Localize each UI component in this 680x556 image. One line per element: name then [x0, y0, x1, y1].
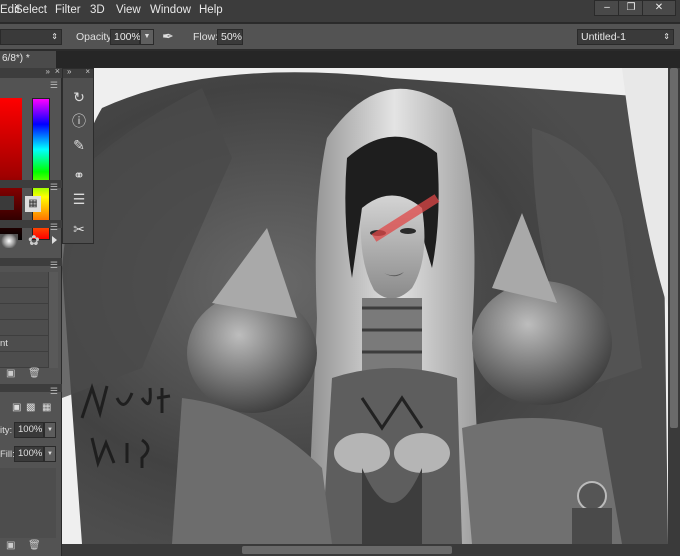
- updown-icon: ⇕: [51, 32, 58, 41]
- transform-icon[interactable]: ▩: [26, 402, 35, 413]
- flow-label: Flow:: [193, 31, 219, 43]
- tool-strip-close-icon[interactable]: ×: [85, 67, 90, 76]
- panel-dock: » × ☰ ☰ ▦ ☰ ✿ ☰ nt ▣ 🗑 ☰ ▣ ▩ ▦ ity: 100%…: [0, 66, 62, 556]
- adjustment-icon[interactable]: ▦: [25, 196, 41, 212]
- collapse-arrows-icon[interactable]: »: [46, 67, 50, 76]
- panel-menu-icon[interactable]: ☰: [50, 80, 58, 91]
- brush-tip-icon[interactable]: [0, 234, 18, 248]
- lock-all-icon[interactable]: ▦: [42, 402, 51, 413]
- list-item[interactable]: [0, 288, 48, 304]
- horizontal-scroll-thumb[interactable]: [242, 546, 452, 554]
- layer-opacity-dropdown[interactable]: ▼: [44, 422, 56, 438]
- panel-menu-icon[interactable]: ☰: [50, 222, 58, 233]
- document-tab-bar: 6/8*) *: [0, 51, 680, 68]
- list-item[interactable]: [0, 304, 48, 320]
- list-scrollbar[interactable]: [48, 272, 58, 368]
- tool-strip-header: » ×: [63, 67, 93, 78]
- list-item[interactable]: nt: [0, 336, 48, 352]
- brush-shape-icon[interactable]: ✿: [28, 232, 40, 249]
- restore-button[interactable]: ❐: [618, 0, 644, 16]
- vertical-scroll-thumb[interactable]: [670, 68, 678, 428]
- hue-marker[interactable]: [52, 236, 57, 244]
- opacity-field[interactable]: 100%: [110, 29, 141, 45]
- vertical-scrollbar[interactable]: [668, 68, 680, 544]
- dock-close-icon[interactable]: ×: [55, 66, 60, 76]
- layer-fill-label: Fill:: [0, 449, 15, 460]
- document-select[interactable]: Untitled-1 ⇕: [577, 29, 674, 45]
- layer-fill-field[interactable]: 100%: [14, 446, 44, 462]
- tool-strip: » × ↻ ⓘ ✎ ⚭ ☰ ✂: [62, 67, 94, 244]
- trash-icon[interactable]: 🗑: [28, 368, 41, 379]
- document-select-value: Untitled-1: [581, 31, 626, 43]
- info-icon[interactable]: ⓘ: [69, 111, 89, 131]
- new-layer-icon[interactable]: ▣: [6, 540, 15, 551]
- menu-bar: Edit Select Filter 3D View Window Help –…: [0, 0, 680, 23]
- panel-menu-icon[interactable]: ☰: [50, 386, 58, 397]
- new-item-icon[interactable]: ▣: [6, 368, 15, 379]
- updown-icon: ⇕: [663, 32, 670, 41]
- document-canvas[interactable]: [62, 68, 668, 544]
- color-field[interactable]: [0, 98, 22, 240]
- opacity-dropdown-button[interactable]: ▼: [140, 29, 154, 45]
- history-brush-icon[interactable]: ↻: [69, 87, 89, 107]
- close-button[interactable]: ✕: [642, 0, 676, 16]
- menu-view[interactable]: View: [116, 4, 141, 16]
- dock-header: » ×: [0, 66, 62, 78]
- tool-preset-field[interactable]: ⇕: [0, 29, 62, 45]
- paths-icon[interactable]: ⚭: [69, 165, 89, 185]
- artwork-image: [62, 68, 668, 544]
- swatch-box[interactable]: [0, 196, 14, 210]
- horizontal-scrollbar[interactable]: [62, 544, 680, 556]
- layer-opacity-label: ity:: [0, 425, 13, 436]
- document-tab[interactable]: 6/8*) *: [0, 51, 56, 68]
- tool-presets-icon[interactable]: ✂: [69, 219, 89, 239]
- options-bar: ⇕ Opacity: 100% ▼ ✒ Flow: 50% Untitled-1…: [0, 24, 680, 50]
- layer-fill-dropdown[interactable]: ▼: [44, 446, 56, 462]
- lock-icon[interactable]: ▣: [12, 402, 21, 413]
- expand-arrows-icon[interactable]: »: [67, 67, 71, 76]
- list-item[interactable]: [0, 352, 48, 368]
- menu-select[interactable]: Select: [15, 4, 47, 16]
- menu-3d[interactable]: 3D: [90, 4, 105, 16]
- menu-help[interactable]: Help: [199, 4, 223, 16]
- list-item[interactable]: [0, 272, 48, 288]
- menu-window[interactable]: Window: [150, 4, 191, 16]
- menu-filter[interactable]: Filter: [55, 4, 81, 16]
- layer-list[interactable]: [0, 468, 56, 538]
- opacity-label: Opacity:: [76, 31, 115, 43]
- properties-icon[interactable]: ☰: [69, 189, 89, 209]
- list-item[interactable]: [0, 320, 48, 336]
- flow-field[interactable]: 50%: [217, 29, 243, 45]
- brush-presets-icon[interactable]: ✎: [69, 135, 89, 155]
- layer-opacity-field[interactable]: 100%: [14, 422, 44, 438]
- airbrush-icon[interactable]: ✒: [162, 28, 174, 45]
- hue-slider[interactable]: [32, 98, 50, 240]
- panel-menu-icon[interactable]: ☰: [50, 260, 58, 271]
- minimize-button[interactable]: –: [594, 0, 620, 16]
- delete-layer-icon[interactable]: 🗑: [28, 540, 41, 551]
- panel-menu-icon[interactable]: ☰: [50, 182, 58, 193]
